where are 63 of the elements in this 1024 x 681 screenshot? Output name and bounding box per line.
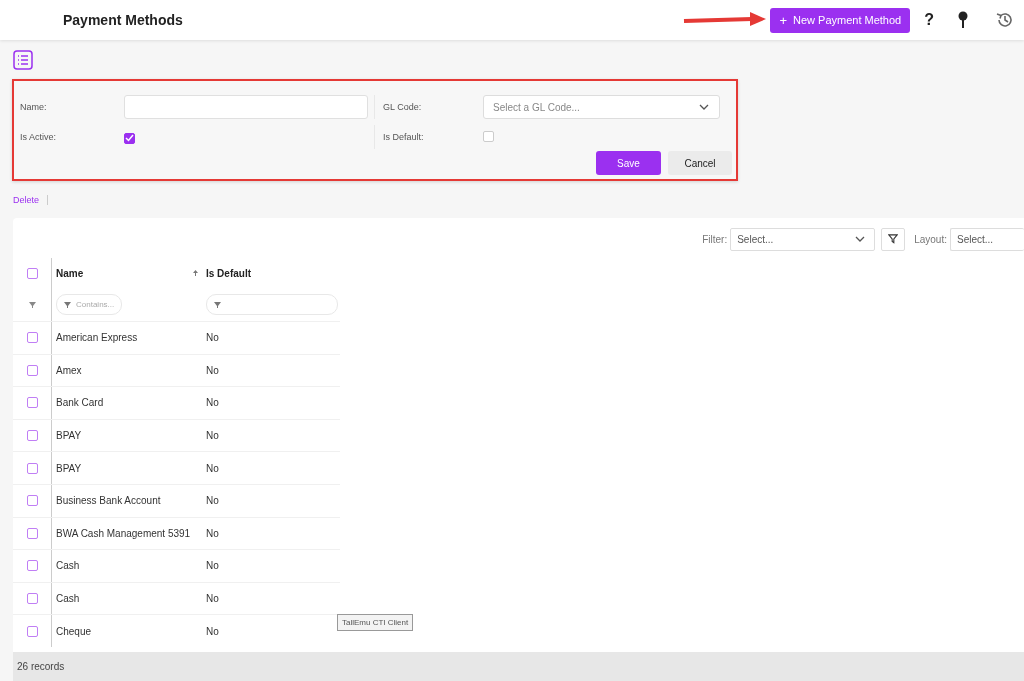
table-cell: No — [206, 495, 219, 507]
chevron-icon — [855, 236, 866, 242]
table-cell: Business Bank Account — [56, 495, 161, 507]
table-cell: No — [206, 430, 219, 442]
list-icon[interactable] — [13, 50, 33, 70]
row-checkbox[interactable] — [26, 462, 38, 474]
filter-label: Filter: — [702, 233, 728, 245]
filter-button[interactable] — [881, 227, 906, 251]
tooltip: TallEmu CTI Client — [337, 614, 414, 631]
filter-icon — [888, 233, 899, 245]
row-checkbox[interactable] — [26, 560, 38, 572]
gl-code-dropdown[interactable]: Select a GL Code... — [483, 95, 720, 119]
cancel-button[interactable]: Cancel — [668, 151, 732, 175]
table-cell: No — [206, 593, 219, 605]
table-cell: Cash — [56, 593, 80, 605]
table-cell: No — [206, 625, 219, 637]
name-input-field[interactable] — [124, 95, 368, 119]
table-cell: No — [206, 560, 219, 572]
history-icon[interactable] — [996, 11, 1014, 29]
layout-label: Layout: — [914, 233, 947, 245]
filter-icon — [28, 301, 36, 308]
column-header[interactable]: Name — [56, 267, 84, 279]
new-payment-method-button[interactable]: + New Payment Method — [770, 7, 911, 33]
field-label: Name: — [20, 102, 48, 112]
column-header[interactable]: Is Default — [206, 267, 251, 279]
row-checkbox[interactable] — [26, 625, 38, 637]
pin-icon[interactable] — [956, 11, 970, 29]
select-all-checkbox[interactable] — [26, 267, 38, 279]
row-checkbox[interactable] — [26, 527, 38, 539]
record-count: 26 records — [17, 661, 65, 672]
row-checkbox[interactable] — [26, 364, 38, 376]
row-checkbox[interactable] — [26, 495, 38, 507]
filter-icon — [214, 301, 221, 308]
table-cell: BWA Cash Management 5391 — [56, 527, 191, 539]
table-cell: Amex — [56, 364, 82, 376]
table-cell: Bank Card — [56, 397, 104, 409]
page-title: Payment Methods — [63, 12, 183, 28]
table-cell: No — [206, 527, 219, 539]
table-cell: American Express — [56, 332, 138, 344]
filter-dropdown[interactable]: Select... — [730, 227, 876, 251]
row-checkbox[interactable] — [26, 332, 38, 344]
help-button[interactable]: ? — [924, 11, 934, 29]
table-cell: No — [206, 332, 219, 344]
row-checkbox[interactable] — [26, 397, 38, 409]
table-cell: No — [206, 397, 219, 409]
sort-icon[interactable] — [193, 270, 198, 276]
table-cell: Cheque — [56, 625, 92, 637]
delete-link[interactable]: Delete — [13, 194, 48, 205]
row-checkbox[interactable] — [26, 593, 38, 605]
active-checkbox[interactable] — [124, 132, 135, 144]
default-filter-field[interactable] — [206, 294, 338, 315]
table-cell: BPAY — [56, 462, 82, 474]
default-checkbox[interactable] — [483, 131, 494, 142]
table-cell: Cash — [56, 560, 80, 572]
field-label: Is Active: — [20, 132, 57, 142]
save-button[interactable]: Save — [596, 151, 661, 175]
row-checkbox[interactable] — [26, 430, 38, 442]
table-cell: No — [206, 364, 219, 376]
filter-icon — [64, 301, 71, 308]
table-cell: BPAY — [56, 430, 82, 442]
table-cell: No — [206, 462, 219, 474]
chevron-icon — [699, 104, 709, 110]
layout-dropdown[interactable]: Select... — [950, 227, 1024, 251]
